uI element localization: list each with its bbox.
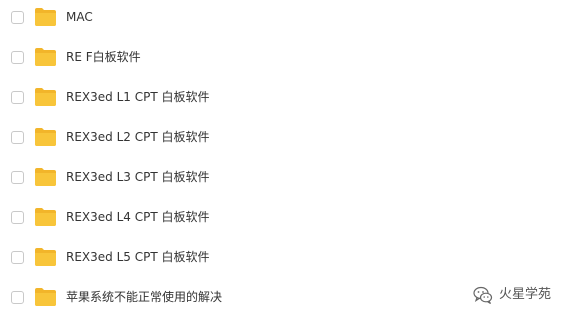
folder-icon <box>35 87 56 106</box>
wechat-icon <box>473 285 493 305</box>
row-checkbox[interactable] <box>11 171 24 184</box>
row-checkbox[interactable] <box>11 11 24 24</box>
row-checkbox[interactable] <box>11 91 24 104</box>
folder-icon <box>35 207 56 226</box>
folder-icon <box>35 47 56 66</box>
file-row-l1[interactable]: REX3ed L1 CPT 白板软件 <box>0 83 420 113</box>
folder-icon <box>35 127 56 146</box>
file-row-l4[interactable]: REX3ed L4 CPT 白板软件 <box>0 203 420 233</box>
folder-name: REX3ed L5 CPT 白板软件 <box>66 250 210 264</box>
row-checkbox[interactable] <box>11 251 24 264</box>
file-row-mac[interactable]: MAC <box>0 3 420 33</box>
folder-icon <box>35 167 56 186</box>
folder-icon <box>35 247 56 266</box>
row-checkbox[interactable] <box>11 131 24 144</box>
file-row-l5[interactable]: REX3ed L5 CPT 白板软件 <box>0 243 420 273</box>
file-list: MAC RE F白板软件 REX3ed L1 CPT 白板软件 REX3ed L… <box>0 0 572 320</box>
file-row-l2[interactable]: REX3ed L2 CPT 白板软件 <box>0 123 420 153</box>
folder-name: REX3ed L3 CPT 白板软件 <box>66 170 210 184</box>
folder-name: RE F白板软件 <box>66 50 141 64</box>
watermark-text: 火星学苑 <box>499 287 552 302</box>
folder-name: REX3ed L4 CPT 白板软件 <box>66 210 210 224</box>
folder-name: MAC <box>66 10 93 24</box>
row-checkbox[interactable] <box>11 211 24 224</box>
row-checkbox[interactable] <box>11 291 24 304</box>
folder-name: REX3ed L1 CPT 白板软件 <box>66 90 210 104</box>
folder-icon <box>35 287 56 306</box>
file-row-apple-fix[interactable]: 苹果系统不能正常使用的解决 <box>0 283 420 313</box>
folder-name: 苹果系统不能正常使用的解决 <box>66 290 223 304</box>
folder-icon <box>35 7 56 26</box>
file-row-l3[interactable]: REX3ed L3 CPT 白板软件 <box>0 163 420 193</box>
row-checkbox[interactable] <box>11 51 24 64</box>
watermark: 火星学苑 <box>473 284 568 308</box>
folder-name: REX3ed L2 CPT 白板软件 <box>66 130 210 144</box>
file-row-ref[interactable]: RE F白板软件 <box>0 43 420 73</box>
